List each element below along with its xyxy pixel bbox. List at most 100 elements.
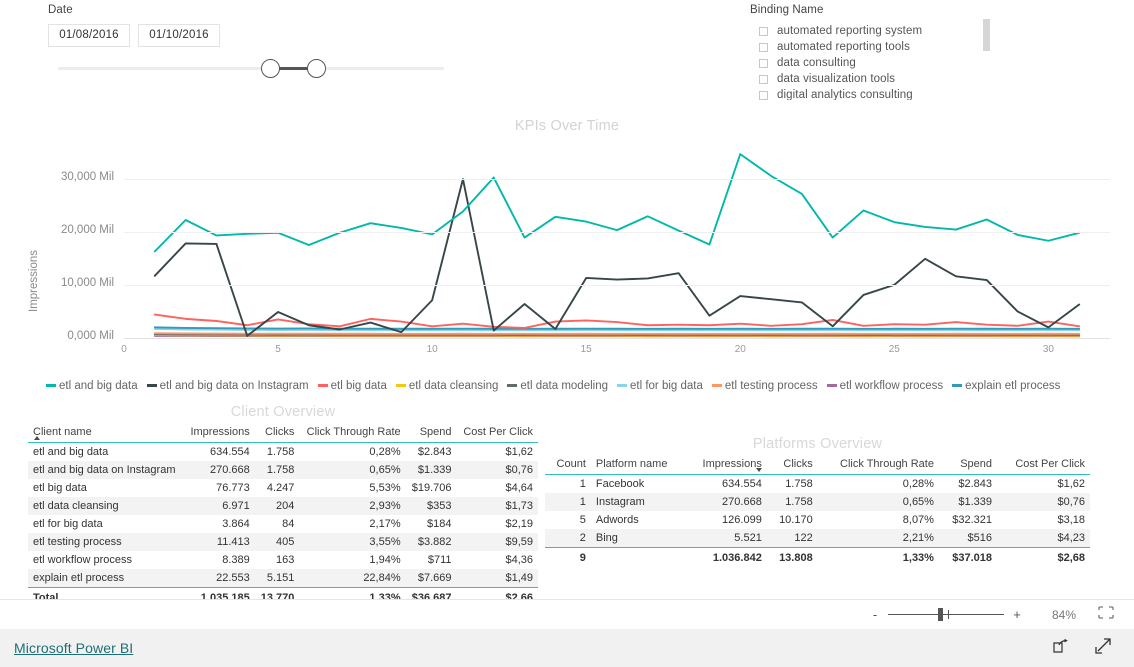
fit-to-page-icon[interactable] [1098, 605, 1114, 624]
column-header[interactable]: Spend [405, 423, 457, 443]
table-total-cell: 13.808 [766, 547, 818, 567]
legend-item[interactable]: etl data cleansing [395, 380, 498, 392]
table-header-row[interactable]: Client name Impressions Clicks Click Throug… [28, 423, 538, 443]
binding-name-option[interactable]: data consulting [750, 55, 1000, 71]
table-cell: 6.971 [183, 497, 255, 515]
table-row[interactable]: 1 Facebook 634.554 1.758 0,28% $2.843 $1,62 [545, 475, 1090, 494]
checkbox-icon[interactable] [759, 90, 768, 100]
column-header[interactable]: Cost Per Click [456, 423, 538, 443]
checkbox-icon[interactable] [759, 74, 768, 84]
column-header[interactable]: Cost Per Click [997, 455, 1090, 475]
x-axis-tick-label: 15 [580, 344, 592, 355]
table-cell: 2,17% [369, 518, 401, 530]
column-header[interactable]: Spend [938, 455, 997, 475]
table-cell: 204 [254, 497, 300, 515]
table-cell: 1.758 [785, 478, 813, 490]
table-row[interactable]: etl big data 76.773 4.247 5,53% $19.706 $4,64 [28, 479, 538, 497]
chart-legend[interactable]: etl and big data etl and big data on Inst… [46, 378, 1106, 393]
chart-line-series [153, 332, 1081, 335]
column-header-label: Cost Per Click [1015, 458, 1085, 470]
table-row[interactable]: 1 Instagram 270.668 1.758 0,65% $1.339 $0,76 [545, 493, 1090, 511]
zoom-slider[interactable] [888, 608, 1004, 621]
column-header[interactable]: Click Through Rate [817, 455, 939, 475]
legend-item[interactable]: etl data modeling [507, 380, 608, 392]
date-slicer[interactable]: Date 01/08/2016 01/10/2016 [48, 4, 468, 80]
binding-name-option[interactable]: automated reporting tools [750, 39, 1000, 55]
x-axis-tick-label: 0 [121, 344, 127, 355]
binding-name-list[interactable]: automated reporting system automated repo… [750, 23, 1000, 100]
slider-handle-start[interactable] [261, 59, 280, 78]
binding-name-slicer[interactable]: Binding Name automated reporting system a… [750, 4, 1000, 100]
column-header[interactable]: Impressions [686, 455, 767, 475]
column-header[interactable]: Clicks [766, 455, 818, 475]
table-cell: $2,19 [505, 518, 533, 530]
legend-item[interactable]: etl for big data [617, 380, 703, 392]
table-total-row: 9 1.036.842 13.808 1,33% $37.018 $2,68 [545, 547, 1090, 567]
table-body[interactable]: etl and big data 634.554 1.758 0,28% $2.843 $… [28, 443, 538, 607]
legend-item[interactable]: etl testing process [711, 380, 818, 392]
legend-item[interactable]: etl and big data [46, 380, 138, 392]
column-header[interactable]: Click Through Rate [299, 423, 406, 443]
client-overview-table-card[interactable]: Client Overview Client name Impressions Cl… [28, 404, 538, 607]
chart-plot-area[interactable]: Impressions 0,000 Mil 10,000 Mil 20,000 Mi… [0, 140, 1134, 372]
table-cell: 0,28% [369, 446, 401, 458]
x-axis-tick-label: 5 [275, 344, 281, 355]
table-row[interactable]: 2 Bing 5.521 122 2,21% $516 $4,23 [545, 529, 1090, 548]
legend-swatch-icon [711, 384, 722, 387]
table-row[interactable]: etl testing process 11.413 405 3,55% $3.882 $… [28, 533, 538, 551]
table-cell: Instagram [590, 493, 686, 511]
table-row[interactable]: etl for big data 3.864 84 2,17% $184 $2,19 [28, 515, 538, 533]
binding-name-scrollbar[interactable] [983, 19, 990, 51]
table-cell: 5.521 [686, 529, 767, 548]
table-row[interactable]: etl and big data on Instagram 270.668 1.75… [28, 461, 538, 479]
table-row[interactable]: 5 Adwords 126.099 10.170 8,07% $32.321 $3,18 [545, 511, 1090, 529]
table-row[interactable]: etl data cleansing 6.971 204 2,93% $353 $1,73 [28, 497, 538, 515]
zoom-out-button[interactable]: - [868, 607, 882, 622]
table-row[interactable]: etl workflow process 8.389 163 1,94% $711 $4,… [28, 551, 538, 569]
column-header[interactable]: Impressions [183, 423, 255, 443]
column-header[interactable]: Platform name [590, 455, 686, 475]
platforms-overview-table-card[interactable]: Platforms Overview Count Platform name Imp… [545, 436, 1090, 567]
checkbox-icon[interactable] [759, 42, 768, 52]
legend-item[interactable]: etl and big data on Instagram [146, 380, 309, 392]
binding-name-option[interactable]: automated reporting system [750, 23, 1000, 39]
column-header-label: Count [556, 458, 586, 470]
table-header-row[interactable]: Count Platform name Impressions Clicks Click… [545, 455, 1090, 475]
table-cell: 1 [545, 493, 591, 511]
column-header[interactable]: Client name [28, 423, 184, 443]
chart-gridline [124, 284, 1110, 286]
column-header[interactable]: Count [545, 455, 591, 475]
zoom-in-button[interactable]: + [1010, 607, 1024, 622]
column-header-label: Clicks [265, 426, 295, 438]
x-axis-tick-label: 25 [888, 344, 900, 355]
client-overview-table[interactable]: Client name Impressions Clicks Click Throug… [28, 423, 538, 607]
legend-swatch-icon [617, 384, 627, 387]
share-icon[interactable] [1052, 638, 1070, 659]
slider-handle-end[interactable] [307, 59, 326, 78]
slider-track[interactable] [58, 67, 444, 70]
table-cell: $3,18 [1057, 514, 1085, 526]
table-row[interactable]: explain etl process 22.553 5.151 22,84% $7.6… [28, 569, 538, 588]
fullscreen-icon[interactable] [1094, 637, 1112, 660]
sort-indicator-icon [34, 436, 40, 440]
legend-item[interactable]: etl big data [317, 380, 387, 392]
binding-name-option[interactable]: digital analytics consulting [750, 87, 1000, 100]
zoom-slider-thumb[interactable] [938, 608, 943, 621]
date-start-input[interactable]: 01/08/2016 [48, 24, 130, 47]
table-cell: etl and big data [33, 446, 109, 458]
checkbox-icon[interactable] [759, 26, 768, 36]
table-cell: Bing [590, 529, 686, 548]
powerbi-brand-link[interactable]: Microsoft Power BI [14, 640, 133, 656]
legend-item[interactable]: etl workflow process [826, 380, 943, 392]
platforms-overview-table[interactable]: Count Platform name Impressions Clicks Click… [545, 455, 1090, 567]
table-body[interactable]: 1 Facebook 634.554 1.758 0,28% $2.843 $1,62 1 In… [545, 475, 1090, 567]
date-range-slider[interactable] [58, 56, 444, 82]
date-slicer-title: Date [48, 4, 73, 16]
column-header[interactable]: Clicks [254, 423, 300, 443]
binding-name-option[interactable]: data visualization tools [750, 71, 1000, 87]
date-end-input[interactable]: 01/10/2016 [138, 24, 220, 47]
legend-item[interactable]: explain etl process [952, 380, 1060, 392]
kpis-over-time-chart[interactable]: KPIs Over Time Impressions 0,000 Mil 10,0… [0, 112, 1134, 397]
checkbox-icon[interactable] [759, 58, 768, 68]
table-row[interactable]: etl and big data 634.554 1.758 0,28% $2.843 $… [28, 443, 538, 462]
